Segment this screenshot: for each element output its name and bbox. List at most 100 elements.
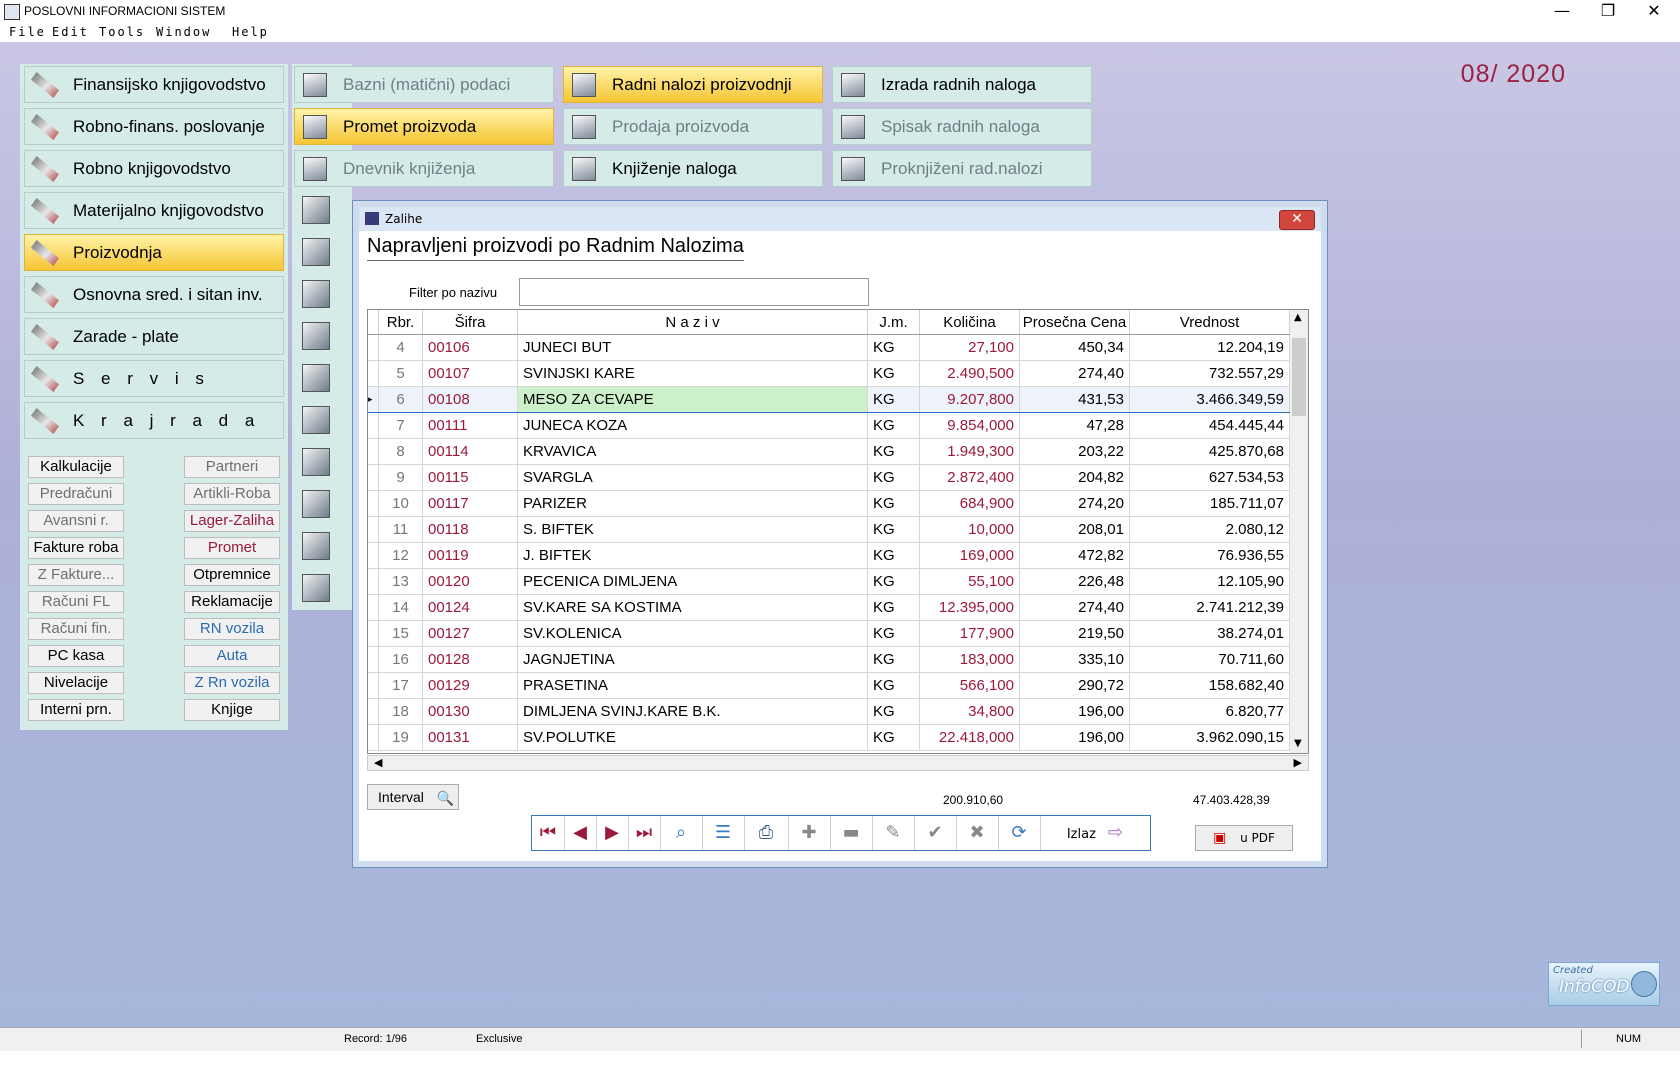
cell-rbr[interactable]: 12 <box>378 542 423 569</box>
submenu-tool-icon[interactable] <box>302 322 330 350</box>
cell-prosecna-cena[interactable]: 196,00 <box>1019 698 1130 725</box>
cell-kolicina[interactable]: 1.949,300 <box>919 438 1020 465</box>
cell-sifra[interactable]: 00108 <box>422 386 518 413</box>
main-menu-item-5[interactable]: Proizvodnja <box>24 234 284 271</box>
cancel-button[interactable]: ✖ <box>956 816 999 850</box>
cell-vrednost[interactable]: 454.445,44 <box>1129 412 1290 439</box>
header-rbr[interactable]: Rbr. <box>378 310 423 335</box>
quick-btn-left-10[interactable]: Interni prn. <box>28 699 124 721</box>
cell-kolicina[interactable]: 2.872,400 <box>919 464 1020 491</box>
cell-jm[interactable]: KG <box>867 516 920 543</box>
main-menu-item-8[interactable]: S e r v i s <box>24 360 284 397</box>
header-kolicina[interactable]: Količina <box>919 310 1020 335</box>
quick-btn-left-9[interactable]: Nivelacije <box>28 672 124 694</box>
table-row[interactable]: 19 00131 SV.POLUTKE KG 22.418,000 196,00 3.962… <box>368 724 1290 751</box>
row-selector[interactable] <box>368 542 379 569</box>
quick-btn-right-2[interactable]: Artikli-Roba <box>184 483 280 505</box>
header-vrednost[interactable]: Vrednost <box>1129 310 1290 335</box>
cell-sifra[interactable]: 00120 <box>422 568 518 595</box>
last-record-button[interactable]: ⏭ <box>628 816 661 850</box>
cell-kolicina[interactable]: 566,100 <box>919 672 1020 699</box>
submenu-tool-icon[interactable] <box>302 364 330 392</box>
cell-naziv[interactable]: JUNECI BUT <box>517 334 868 361</box>
table-row[interactable]: 8 00114 KRVAVICA KG 1.949,300 203,22 425.870,6… <box>368 438 1290 465</box>
cell-kolicina[interactable]: 55,100 <box>919 568 1020 595</box>
col3-item-1[interactable]: Radni nalozi proizvodnji <box>563 66 823 103</box>
minimize-button[interactable]: — <box>1540 0 1584 22</box>
submenu-tool-icon[interactable] <box>302 532 330 560</box>
cell-prosecna-cena[interactable]: 196,00 <box>1019 724 1130 751</box>
cell-kolicina[interactable]: 9.854,000 <box>919 412 1020 439</box>
interval-button[interactable]: Interval 🔍 <box>367 784 459 810</box>
row-selector[interactable] <box>368 620 379 647</box>
main-menu-item-2[interactable]: Robno-finans. poslovanje <box>24 108 284 145</box>
cell-prosecna-cena[interactable]: 274,40 <box>1019 360 1130 387</box>
submenu-tool-icon[interactable] <box>302 280 330 308</box>
cell-sifra[interactable]: 00124 <box>422 594 518 621</box>
refresh-button[interactable]: ⟳ <box>998 816 1041 850</box>
cell-sifra[interactable]: 00106 <box>422 334 518 361</box>
delete-button[interactable]: ▬ <box>830 816 873 850</box>
vertical-scrollbar[interactable]: ▲ ▼ <box>1290 310 1308 753</box>
menu-file[interactable]: File <box>9 25 46 39</box>
scroll-down-icon[interactable]: ▼ <box>1294 738 1302 749</box>
cell-naziv[interactable]: KRVAVICA <box>517 438 868 465</box>
cell-vrednost[interactable]: 3.466.349,59 <box>1129 386 1290 413</box>
cell-vrednost[interactable]: 185.711,07 <box>1129 490 1290 517</box>
cell-naziv[interactable]: J. BIFTEK <box>517 542 868 569</box>
cell-sifra[interactable]: 00119 <box>422 542 518 569</box>
cell-jm[interactable]: KG <box>867 438 920 465</box>
cell-rbr[interactable]: 16 <box>378 646 423 673</box>
row-selector[interactable] <box>368 438 379 465</box>
filter-input[interactable] <box>519 278 869 306</box>
cell-naziv[interactable]: SVARGLA <box>517 464 868 491</box>
row-selector[interactable] <box>368 490 379 517</box>
find-button[interactable]: ⌕ <box>660 816 703 850</box>
cell-sifra[interactable]: 00130 <box>422 698 518 725</box>
cell-naziv[interactable]: DIMLJENA SVINJ.KARE B.K. <box>517 698 868 725</box>
cell-jm[interactable]: KG <box>867 594 920 621</box>
quick-btn-right-1[interactable]: Partneri <box>184 456 280 478</box>
cell-kolicina[interactable]: 10,000 <box>919 516 1020 543</box>
cell-vrednost[interactable]: 76.936,55 <box>1129 542 1290 569</box>
cell-sifra[interactable]: 00127 <box>422 620 518 647</box>
quick-btn-left-4[interactable]: Fakture roba <box>28 537 124 559</box>
cell-prosecna-cena[interactable]: 450,34 <box>1019 334 1130 361</box>
quick-btn-left-1[interactable]: Kalkulacije <box>28 456 124 478</box>
row-selector[interactable] <box>368 646 379 673</box>
cell-sifra[interactable]: 00115 <box>422 464 518 491</box>
row-selector[interactable] <box>368 724 379 751</box>
scroll-right-icon[interactable]: ▶ <box>1294 756 1302 769</box>
row-selector[interactable] <box>368 698 379 725</box>
print-button[interactable]: ⎙ <box>744 816 789 850</box>
header-jm[interactable]: J.m. <box>867 310 920 335</box>
cell-jm[interactable]: KG <box>867 646 920 673</box>
cell-jm[interactable]: KG <box>867 724 920 751</box>
quick-btn-right-6[interactable]: Reklamacije <box>184 591 280 613</box>
list-view-button[interactable]: ☰ <box>702 816 745 850</box>
row-selector[interactable] <box>368 568 379 595</box>
submenu-tool-icon[interactable] <box>302 490 330 518</box>
menu-edit[interactable]: Edit <box>52 25 89 39</box>
cell-sifra[interactable]: 00114 <box>422 438 518 465</box>
restore-button[interactable]: ❐ <box>1586 0 1630 22</box>
cell-vrednost[interactable]: 3.962.090,15 <box>1129 724 1290 751</box>
cell-rbr[interactable]: 10 <box>378 490 423 517</box>
table-row[interactable]: 17 00129 PRASETINA KG 566,100 290,72 158.682,4… <box>368 672 1290 699</box>
cell-kolicina[interactable]: 684,900 <box>919 490 1020 517</box>
row-selector[interactable] <box>368 334 379 361</box>
cell-jm[interactable]: KG <box>867 464 920 491</box>
col3-item-3[interactable]: Knjiženje naloga <box>563 150 823 187</box>
row-selector[interactable] <box>368 464 379 491</box>
header-prosecna-cena[interactable]: Prosečna Cena <box>1019 310 1130 335</box>
cell-sifra[interactable]: 00111 <box>422 412 518 439</box>
submenu-tool-icon[interactable] <box>302 448 330 476</box>
main-menu-item-6[interactable]: Osnovna sred. i sitan inv. <box>24 276 284 313</box>
cell-prosecna-cena[interactable]: 431,53 <box>1019 386 1130 413</box>
cell-kolicina[interactable]: 183,000 <box>919 646 1020 673</box>
cell-naziv[interactable]: PECENICA DIMLJENA <box>517 568 868 595</box>
cell-naziv[interactable]: SV.POLUTKE <box>517 724 868 751</box>
cell-vrednost[interactable]: 6.820,77 <box>1129 698 1290 725</box>
cell-jm[interactable]: KG <box>867 386 920 413</box>
cell-sifra[interactable]: 00117 <box>422 490 518 517</box>
